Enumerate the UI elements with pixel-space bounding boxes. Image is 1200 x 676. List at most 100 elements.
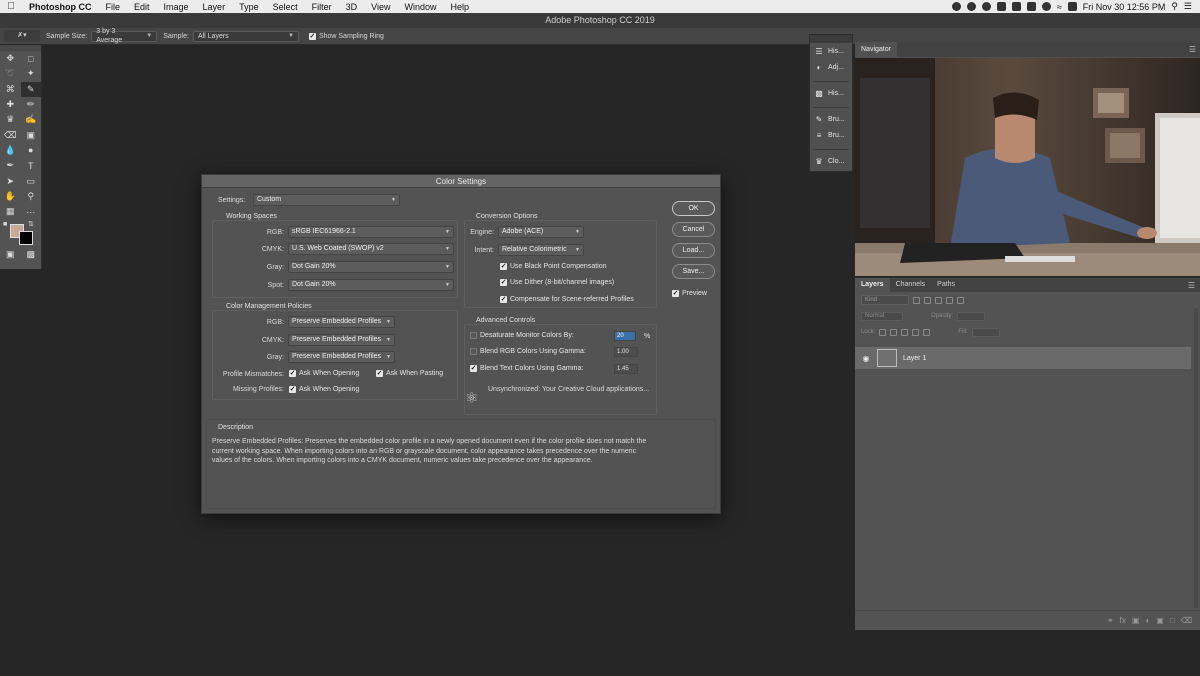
blend-rgb-checkbox[interactable]: Blend RGB Colors Using Gamma: xyxy=(470,348,586,355)
magic-wand-tool-icon[interactable]: ✦ xyxy=(21,66,42,81)
dock-brushes[interactable]: ≡ Bru... xyxy=(810,127,852,143)
dropbox-icon[interactable] xyxy=(1011,2,1021,11)
delete-layer-icon[interactable]: ⌫ xyxy=(1181,616,1192,625)
blur-tool-icon[interactable]: 💧 xyxy=(0,143,21,158)
path-selection-tool-icon[interactable]: ➤ xyxy=(0,174,21,189)
menu-3d[interactable]: 3D xyxy=(339,2,365,12)
save-button[interactable]: Save... xyxy=(672,264,715,279)
preview-checkbox[interactable]: ✓ Preview xyxy=(672,290,707,297)
desaturate-value-field[interactable]: 20 xyxy=(614,331,636,341)
compensate-checkbox[interactable]: ✓ Compensate for Scene-referred Profiles xyxy=(500,296,634,303)
default-colors-icon[interactable]: ■ xyxy=(3,221,7,228)
ws-cmyk-select[interactable]: U.S. Web Coated (SWOP) v2 ▼ xyxy=(288,243,454,255)
notification-center-icon[interactable]: ☰ xyxy=(1184,1,1192,12)
layers-scrollbar[interactable] xyxy=(1194,308,1198,608)
menu-image[interactable]: Image xyxy=(157,2,196,12)
link-layers-icon[interactable]: ⚭ xyxy=(1107,616,1114,625)
dodge-tool-icon[interactable]: ● xyxy=(21,143,42,158)
show-sampling-ring-checkbox[interactable]: ✓ Show Sampling Ring xyxy=(308,32,384,40)
pixel-filter-icon[interactable] xyxy=(913,296,920,304)
new-layer-icon[interactable]: □ xyxy=(1170,616,1175,625)
menu-view[interactable]: View xyxy=(364,2,397,12)
opacity-field[interactable] xyxy=(957,311,986,321)
sample-size-select[interactable]: 3 by 3 Average ▼ xyxy=(91,28,158,44)
background-color-swatch[interactable] xyxy=(19,231,33,246)
policy-rgb-select[interactable]: Preserve Embedded Profiles ▼ xyxy=(288,316,395,328)
policy-gray-select[interactable]: Preserve Embedded Profiles ▼ xyxy=(288,351,395,363)
airplay-icon[interactable] xyxy=(1026,2,1036,11)
dock-clone-source[interactable]: ♛ Clo... xyxy=(810,153,852,169)
engine-select[interactable]: Adobe (ACE) ▼ xyxy=(498,226,584,238)
blend-text-checkbox[interactable]: ✓ Blend Text Colors Using Gamma: xyxy=(470,365,583,372)
ws-gray-select[interactable]: Dot Gain 20% ▼ xyxy=(288,261,454,273)
dock-brush-settings[interactable]: ✎ Bru... xyxy=(810,111,852,127)
move-tool-icon[interactable]: ✥ xyxy=(0,51,21,66)
display-icon[interactable] xyxy=(996,2,1006,11)
sample-select[interactable]: All Layers ▼ xyxy=(192,30,299,42)
adjustment-filter-icon[interactable] xyxy=(924,296,931,304)
dialog-title[interactable]: Color Settings xyxy=(202,175,720,188)
blend-rgb-value-field[interactable]: 1.00 xyxy=(614,347,638,357)
lock-image-icon[interactable] xyxy=(890,328,898,336)
lasso-tool-icon[interactable]: ➰ xyxy=(0,66,21,81)
more-tools-icon[interactable]: ··· xyxy=(21,204,42,219)
type-tool-icon[interactable]: T xyxy=(21,158,42,173)
ask-when-opening-checkbox[interactable]: ✓ Ask When Opening xyxy=(289,370,359,377)
wifi-icon[interactable]: ≈ xyxy=(1057,2,1062,12)
blend-mode-select[interactable]: Normal xyxy=(861,311,903,321)
menu-help[interactable]: Help xyxy=(443,2,476,12)
black-point-checkbox[interactable]: ✓ Use Black Point Compensation xyxy=(500,263,607,270)
crop-tool-icon[interactable]: ⌘ xyxy=(0,82,21,97)
brush-tool-icon[interactable]: ✏ xyxy=(21,97,42,112)
settings-select[interactable]: Custom ▼ xyxy=(253,194,400,206)
volume-icon[interactable] xyxy=(1041,2,1051,11)
menu-select[interactable]: Select xyxy=(266,2,305,12)
hand-tool-icon[interactable]: ✋ xyxy=(0,189,21,204)
menu-window[interactable]: Window xyxy=(397,2,443,12)
menu-layer[interactable]: Layer xyxy=(196,2,233,12)
blend-text-value-field[interactable]: 1.45 xyxy=(614,364,638,374)
artboard-tool-icon[interactable]: ▦ xyxy=(0,204,21,219)
lock-all-icon[interactable] xyxy=(923,328,931,336)
ok-button[interactable]: OK xyxy=(672,201,715,216)
menu-edit[interactable]: Edit xyxy=(127,2,157,12)
dock-history[interactable]: ☰ His... xyxy=(810,43,852,59)
gradient-tool-icon[interactable]: ▣ xyxy=(21,128,42,143)
zoom-tool-icon[interactable]: ⚲ xyxy=(21,189,42,204)
menu-app-name[interactable]: Photoshop CC xyxy=(22,2,99,12)
apple-menu-icon[interactable]:  xyxy=(0,1,22,12)
visibility-eye-icon[interactable]: ◉ xyxy=(861,354,871,363)
tab-channels[interactable]: Channels xyxy=(890,278,932,292)
menubar-clock[interactable]: Fri Nov 30 12:56 PM xyxy=(1083,2,1166,12)
record-icon[interactable] xyxy=(981,2,991,11)
history-brush-tool-icon[interactable]: ✍ xyxy=(21,112,42,127)
dock-histogram[interactable]: ▩ His... xyxy=(810,85,852,101)
kind-filter-select[interactable]: Kind xyxy=(861,295,909,305)
lock-position-icon[interactable] xyxy=(901,328,909,336)
panel-menu-icon[interactable]: ☰ xyxy=(1189,45,1200,54)
shape-filter-icon[interactable] xyxy=(946,296,953,304)
menu-filter[interactable]: Filter xyxy=(305,2,339,12)
rectangle-tool-icon[interactable]: ▭ xyxy=(21,174,42,189)
load-button[interactable]: Load... xyxy=(672,243,715,258)
eyedropper-tool-icon[interactable]: ✎ xyxy=(20,81,41,97)
ws-spot-select[interactable]: Dot Gain 20% ▼ xyxy=(288,279,454,291)
clone-stamp-tool-icon[interactable]: ♛ xyxy=(0,112,21,127)
desaturate-checkbox[interactable]: Desaturate Monitor Colors By: xyxy=(470,332,574,339)
tab-navigator[interactable]: Navigator xyxy=(855,42,897,57)
screen-mode-icon[interactable]: ▩ xyxy=(21,247,42,262)
dither-checkbox[interactable]: ✓ Use Dither (8-bit/channel images) xyxy=(500,279,614,286)
intent-select[interactable]: Relative Colorimetric ▼ xyxy=(498,244,584,256)
cancel-button[interactable]: Cancel xyxy=(672,222,715,237)
spotlight-search-icon[interactable]: ⚲ xyxy=(1171,1,1178,12)
tab-paths[interactable]: Paths xyxy=(931,278,961,292)
swap-colors-icon[interactable]: ⇅ xyxy=(28,220,34,228)
smart-object-filter-icon[interactable] xyxy=(957,296,964,304)
healing-brush-tool-icon[interactable]: ✚ xyxy=(0,97,21,112)
lock-transparent-icon[interactable] xyxy=(879,328,887,336)
eyedropper-preset-icon[interactable]: ✗▾ xyxy=(4,30,40,42)
layer-thumbnail[interactable] xyxy=(877,349,897,367)
quick-mask-icon[interactable]: ▣ xyxy=(0,247,21,262)
fill-field[interactable] xyxy=(971,327,1000,337)
layer-name[interactable]: Layer 1 xyxy=(903,355,926,362)
